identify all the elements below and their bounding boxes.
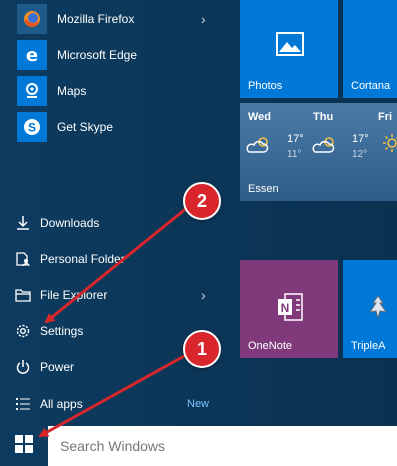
- tile-weather[interactable]: Wed 17° 11° Thu 17° 12° Fri Essen: [240, 103, 397, 201]
- sys-label: Settings: [40, 324, 84, 338]
- tile-photos[interactable]: Photos: [240, 0, 338, 98]
- app-label: Microsoft Edge: [57, 48, 138, 62]
- chevron-right-icon[interactable]: ›: [201, 277, 206, 313]
- onenote-icon: N: [276, 292, 304, 327]
- weather-low: 12°: [352, 149, 368, 160]
- weather-high: 17°: [287, 133, 304, 145]
- sun-icon: [382, 133, 397, 158]
- sys-label: File Explorer: [40, 288, 108, 302]
- windows-logo-icon: [15, 434, 33, 458]
- new-badge: New: [187, 398, 210, 410]
- tile-label: TripleA: [351, 340, 386, 352]
- taskbar: Search Windows: [0, 426, 397, 466]
- app-item-edge[interactable]: e Microsoft Edge: [0, 37, 232, 73]
- app-item-firefox[interactable]: Mozilla Firefox ›: [0, 1, 232, 37]
- chevron-right-icon[interactable]: ›: [201, 1, 206, 37]
- sys-label: Personal Folder: [40, 252, 125, 266]
- maps-icon: [17, 76, 47, 106]
- weather-day: Thu: [313, 111, 334, 123]
- sys-item-file-explorer[interactable]: File Explorer ›: [0, 277, 232, 313]
- edge-icon: e: [17, 40, 47, 70]
- weather-location: Essen: [248, 183, 279, 195]
- skype-icon: S: [17, 112, 47, 142]
- tile-label: OneNote: [248, 340, 293, 352]
- weather-day: Wed: [248, 111, 272, 123]
- gear-icon: [14, 322, 32, 340]
- tiles-area: Photos Cortana Wed 17° 11° Thu 17° 12° F…: [232, 0, 397, 426]
- triplea-icon: [367, 294, 389, 325]
- tile-onenote[interactable]: N OneNote: [240, 260, 338, 358]
- power-icon: [14, 358, 32, 376]
- svg-text:S: S: [28, 121, 36, 135]
- app-label: Maps: [57, 84, 87, 98]
- start-button[interactable]: [0, 426, 48, 466]
- sys-label: Downloads: [40, 216, 100, 230]
- annotation-badge-1: 1: [183, 330, 221, 368]
- tile-cortana[interactable]: Cortana: [343, 0, 397, 98]
- app-label: Get Skype: [57, 120, 114, 134]
- app-item-maps[interactable]: Maps: [0, 73, 232, 109]
- list-icon: [14, 395, 32, 413]
- download-icon: [14, 214, 32, 232]
- sys-item-all-apps[interactable]: All apps New: [0, 386, 232, 422]
- weather-low: 11°: [287, 149, 302, 160]
- app-item-skype[interactable]: S Get Skype: [0, 109, 232, 145]
- tile-label: Photos: [248, 80, 283, 92]
- weather-high: 17°: [352, 133, 369, 145]
- search-windows-input[interactable]: Search Windows: [48, 426, 397, 466]
- sys-label: All apps: [40, 397, 83, 411]
- partly-cloudy-icon: [246, 135, 272, 160]
- svg-text:N: N: [281, 301, 290, 315]
- sys-item-personal-folder[interactable]: Personal Folder: [0, 241, 232, 277]
- app-label: Mozilla Firefox: [57, 12, 135, 26]
- search-placeholder: Search Windows: [60, 438, 166, 454]
- weather-day: Fri: [378, 111, 393, 123]
- partly-cloudy-icon: [312, 135, 338, 160]
- photos-icon: [276, 32, 304, 61]
- tile-label: Cortana: [351, 80, 391, 92]
- personal-folder-icon: [14, 250, 32, 268]
- sys-label: Power: [40, 360, 75, 374]
- file-explorer-icon: [14, 286, 32, 304]
- tile-triplea[interactable]: TripleA: [343, 260, 397, 358]
- firefox-icon: [17, 4, 47, 34]
- annotation-badge-2: 2: [183, 182, 221, 220]
